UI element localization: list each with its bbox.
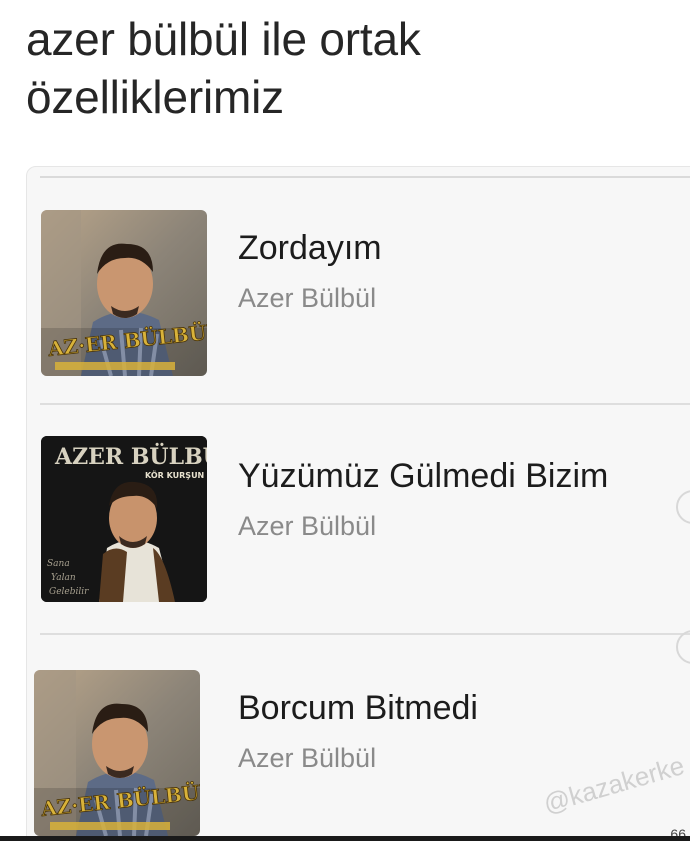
song-title: Yüzümüz Gülmedi Bizim [238,457,609,495]
album-cover-zordayim[interactable]: AZ·ER BÜLBÜL [34,670,200,836]
song-artist: Azer Bülbül [238,511,377,541]
bottom-bar [0,836,690,841]
svg-text:AZER BÜLBÜL: AZER BÜLBÜL [54,442,207,470]
row-divider [40,403,690,405]
svg-text:Yalan: Yalan [51,573,76,583]
svg-text:KÖR KURŞUN: KÖR KURŞUN [145,470,204,480]
row-divider [40,633,690,635]
song-row[interactable]: AZ·ER BÜLBÜL Zordayım Azer Bülbül [0,200,690,400]
svg-text:Sana: Sana [47,559,70,569]
song-row[interactable]: AZER BÜLBÜL KÖR KURŞUN Sana Yalan Gelebi… [0,430,690,630]
page-title: azer bülbül ile ortak özelliklerimiz [26,13,421,123]
album-cover-kor-kursun[interactable]: AZER BÜLBÜL KÖR KURŞUN Sana Yalan Gelebi… [41,436,207,602]
screen: azer bülbül ile ortak özelliklerimiz AZ·… [0,0,690,841]
song-artist: Azer Bülbül [238,743,377,773]
svg-text:Gelebilir: Gelebilir [49,587,89,597]
song-title: Zordayım [238,229,382,267]
list-top-divider [40,176,690,178]
album-cover-zordayim[interactable]: AZ·ER BÜLBÜL [41,210,207,376]
song-row[interactable]: AZ·ER BÜLBÜL Borcum Bitmedi Azer Bülbül [0,660,690,841]
song-title: Borcum Bitmedi [238,689,478,727]
song-artist: Azer Bülbül [238,283,377,313]
